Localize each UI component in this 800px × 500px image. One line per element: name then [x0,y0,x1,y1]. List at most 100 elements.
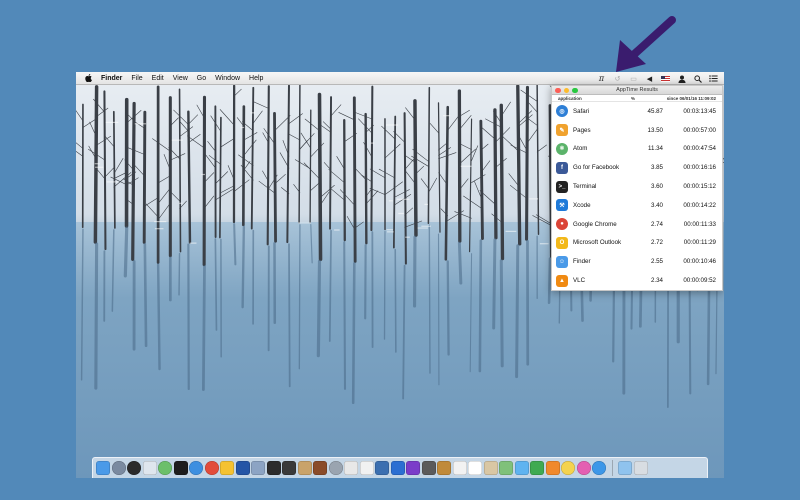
row-percent: 2.74 [650,220,663,228]
dock-textedit-icon[interactable] [344,461,358,475]
row-percent: 13.50 [647,126,663,134]
row-app-name: Xcode [573,201,591,209]
dock-finder-icon[interactable] [96,461,110,475]
dock-chrome-icon[interactable] [204,461,219,475]
facebook-icon: f [556,161,568,174]
window-controls [555,87,578,93]
row-time: 00:00:14:22 [683,201,716,209]
table-header: application % since 06/01/16 11:09:02 [552,95,722,102]
dock-photos-icon[interactable] [561,461,575,475]
user-icon[interactable] [677,74,686,83]
flag-us-icon[interactable] [661,74,670,83]
row-time: 00:00:11:33 [683,220,716,228]
dock-brush-icon[interactable] [313,461,327,475]
dock-atom-icon[interactable] [158,461,172,475]
close-button[interactable] [555,87,561,93]
dock-console-icon[interactable] [282,461,296,475]
row-app-name: VLC [573,277,586,285]
column-header-application[interactable]: application [552,95,614,101]
dock-preview-icon[interactable] [359,461,374,475]
zoom-button[interactable] [572,87,578,93]
menu-edit[interactable]: Edit [152,72,164,85]
dock-separator [611,460,613,476]
dock-launchpad-icon[interactable] [111,461,126,475]
dock-ibooks-icon[interactable] [545,461,560,475]
dock-facetime-icon[interactable] [530,461,544,475]
spotlight-icon[interactable] [693,74,702,83]
airplay-icon[interactable]: ▭ [629,74,638,83]
chrome-icon: ● [556,218,568,231]
table-row[interactable]: ◎ Safari 45.87 00:03:13:45 [552,102,722,121]
safari-icon: ◎ [556,105,568,118]
vlc-icon: ▲ [556,274,568,287]
minimize-button[interactable] [563,87,569,93]
apptime-results-window: AppTime Results application % since 06/0… [551,85,723,291]
row-time: 00:00:57:00 [683,126,716,134]
table-row[interactable]: O Microsoft Outlook 2.72 00:00:11:29 [552,234,722,253]
dock-calendar-icon[interactable] [468,461,482,475]
table-row[interactable]: ☺ Finder 2.55 00:00:10:46 [552,252,722,271]
table-row[interactable]: ▲ VLC 2.34 00:00:09:52 [552,271,722,290]
dock-dashboard-icon[interactable] [127,461,141,475]
row-time: 00:00:10:46 [683,258,716,266]
row-percent: 11.34 [647,145,663,153]
dock-affinity-photo-icon[interactable] [406,461,420,475]
dock-contacts-icon[interactable] [483,461,498,475]
dock [92,457,708,478]
menu-file[interactable]: File [131,72,142,85]
dock-app-store-icon[interactable] [592,461,606,475]
dock-notes-icon[interactable] [437,461,451,475]
dock-itunes-icon[interactable] [576,461,591,475]
dock-script-editor-icon[interactable] [142,461,157,475]
finder-icon: ☺ [556,255,568,268]
results-table: ◎ Safari 45.87 00:03:13:45 ✎ Pages 13.50 00:00:… [552,102,722,290]
dock-search-icon[interactable] [328,461,343,475]
volume-icon[interactable]: ◀ [645,74,654,83]
dock-maps-icon[interactable] [499,461,513,475]
table-row[interactable]: ● Google Chrome 2.74 00:00:11:33 [552,215,722,234]
row-percent: 45.87 [647,107,663,115]
table-row[interactable]: >_ Terminal 3.60 00:00:15:12 [552,177,722,196]
dock-tool-icon[interactable] [421,461,436,475]
column-header-since[interactable]: since 06/01/16 11:09:02 [652,95,722,101]
table-row[interactable]: ✎ Pages 13.50 00:00:57:00 [552,121,722,140]
table-row[interactable]: f Go for Facebook 3.85 00:00:16:16 [552,158,722,177]
table-row[interactable]: ⚒ Xcode 3.40 00:00:14:22 [552,196,722,215]
row-app-name: Safari [573,107,590,115]
menu-window[interactable]: Window [215,72,240,85]
dock-terminal-icon[interactable] [173,461,188,475]
time-machine-icon[interactable]: ↺ [613,74,622,83]
atom-icon: ⚛ [556,142,568,155]
dock-reminders-icon[interactable] [452,461,467,475]
dock-downloads-folder-icon[interactable] [618,461,632,475]
row-time: 00:03:13:45 [683,107,716,115]
menu-view[interactable]: View [173,72,188,85]
dock-photo-icon[interactable] [375,461,389,475]
dock-sequel-pro-icon[interactable] [235,461,250,475]
notification-center-icon[interactable] [709,74,718,83]
window-titlebar[interactable]: AppTime Results [552,86,722,95]
menu-app-name[interactable]: Finder [101,72,122,85]
row-time: 00:00:11:29 [683,239,716,247]
row-time: 00:00:09:52 [683,277,716,285]
dock-trash-icon[interactable] [633,461,648,475]
row-percent: 2.72 [650,239,663,247]
dock-affinity-designer-icon[interactable] [390,461,405,475]
menu-go[interactable]: Go [197,72,206,85]
row-percent: 3.40 [650,201,663,209]
dock-messages-icon[interactable] [514,461,529,475]
desktop-screen: Finder File Edit View Go Window Help π ↺… [76,72,724,478]
dock-sketch-icon[interactable] [220,461,234,475]
table-row[interactable]: ⚛ Atom 11.34 00:00:47:54 [552,140,722,159]
dock-safari-icon[interactable] [189,461,203,475]
menu-help[interactable]: Help [249,72,263,85]
dock-virtualbox-icon[interactable] [251,461,265,475]
column-header-percent[interactable]: % [614,95,652,101]
row-percent: 3.60 [650,183,663,191]
dock-activity-monitor-icon[interactable] [266,461,281,475]
row-app-name: Pages [573,126,591,134]
dock-installer-icon[interactable] [297,461,312,475]
apptime-icon[interactable]: π [597,74,606,83]
apple-menu-icon[interactable] [83,74,93,82]
xcode-icon: ⚒ [556,199,568,212]
